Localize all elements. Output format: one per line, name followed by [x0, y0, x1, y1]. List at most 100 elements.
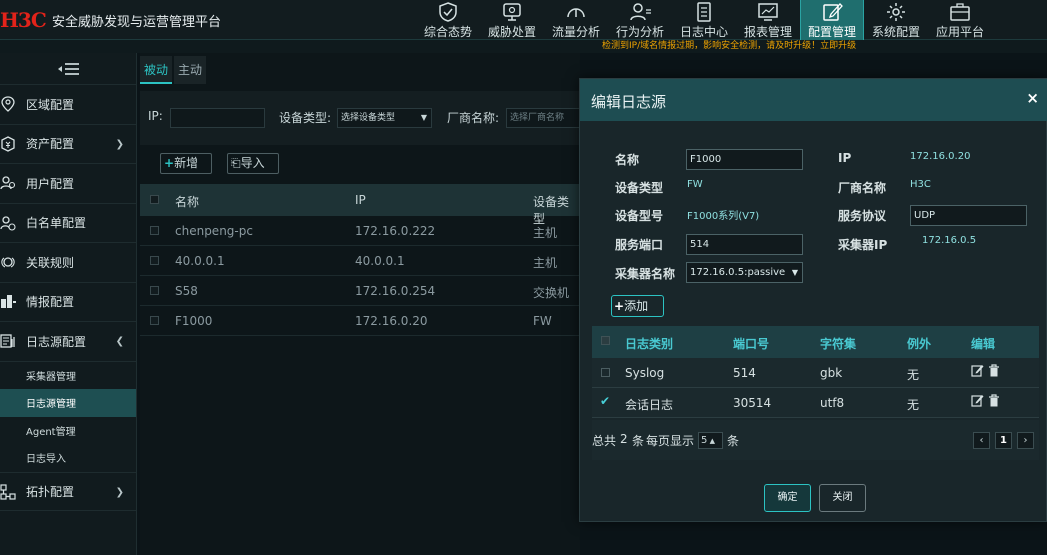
- delete-icon[interactable]: [988, 364, 1000, 380]
- plus-icon: +: [614, 299, 625, 313]
- select-all-checkbox[interactable]: [150, 195, 159, 204]
- sidebar-item-user[interactable]: 用户配置: [0, 164, 136, 204]
- delete-icon[interactable]: [988, 394, 1000, 410]
- sidebar-item-label: 用户配置: [26, 176, 75, 191]
- log-source-icon: [0, 334, 15, 348]
- sidebar-item-intel[interactable]: 情报配置: [0, 283, 136, 322]
- page-number-current[interactable]: 1: [995, 432, 1012, 449]
- row-checkbox[interactable]: [601, 368, 610, 377]
- cell-ip: 40.0.0.1: [355, 254, 405, 268]
- import-button[interactable]: ⎗导入: [227, 153, 279, 174]
- add-button[interactable]: +新增: [160, 153, 212, 174]
- cell-type: 主机: [533, 226, 558, 240]
- tab-passive[interactable]: 被动: [140, 56, 173, 84]
- ip-filter-input[interactable]: [170, 108, 265, 128]
- add-button-label: 新增: [174, 156, 199, 170]
- add-log-type-button[interactable]: +添加: [611, 295, 664, 317]
- table-row[interactable]: chenpeng-pc 172.16.0.222 主机: [140, 216, 580, 246]
- device-type-label: 设备类型: [615, 181, 664, 195]
- row-checkbox[interactable]: [150, 226, 159, 235]
- table-row[interactable]: S58 172.16.0.254 交换机: [140, 276, 580, 306]
- nav-item-reports[interactable]: 报表管理: [736, 0, 800, 40]
- ip-filter-label: IP:: [148, 109, 163, 123]
- prev-page-button[interactable]: ‹: [973, 432, 990, 449]
- sidebar-item-label: 白名单配置: [26, 216, 87, 231]
- protocol-input[interactable]: UDP: [910, 205, 1027, 226]
- upgrade-notice-link[interactable]: 检测到IP/域名情报过期，影响安全检测，请及时升级！立即升级: [602, 40, 856, 53]
- chevron-down-icon: ❯: [115, 486, 124, 498]
- nav-item-config[interactable]: 配置管理: [800, 0, 864, 40]
- device-type-select[interactable]: 选择设备类型 ▼: [337, 108, 432, 128]
- sidebar-subitem-agent[interactable]: Agent管理: [0, 417, 136, 445]
- nav-item-apps[interactable]: 应用平台: [928, 0, 992, 40]
- edit-icon[interactable]: [971, 394, 984, 410]
- edit-log-source-dialog: 编辑日志源 × 名称 F1000 IP 172.16.0.20 设备类型 FW …: [579, 78, 1047, 522]
- nav-item-system[interactable]: 系统配置: [864, 0, 928, 40]
- service-port-input[interactable]: 514: [686, 234, 803, 255]
- collector-ip-value: 172.16.0.5: [922, 235, 977, 246]
- table-row[interactable]: 40.0.0.1 40.0.0.1 主机: [140, 246, 580, 276]
- cell-exception: 无: [907, 368, 920, 382]
- vendor-value: H3C: [910, 179, 931, 190]
- monitor-icon: [503, 3, 521, 21]
- nav-item-threat[interactable]: 威胁处置: [480, 0, 544, 40]
- collapse-menu-icon[interactable]: [0, 53, 136, 85]
- sidebar-item-topology[interactable]: 拓扑配置 ❯: [0, 471, 136, 511]
- sidebar-item-whitelist[interactable]: 白名单配置: [0, 204, 136, 243]
- close-icon[interactable]: ×: [1026, 89, 1039, 107]
- cell-ip: 172.16.0.222: [355, 224, 436, 238]
- sidebar-item-label: 区域配置: [26, 97, 75, 112]
- name-input[interactable]: F1000: [686, 149, 803, 170]
- vendor-select[interactable]: 选择厂商名称: [506, 108, 580, 128]
- nav-item-log-center[interactable]: 日志中心: [672, 0, 736, 40]
- ip-value: 172.16.0.20: [910, 151, 971, 162]
- sidebar-item-asset[interactable]: 资产配置 ❯: [0, 125, 136, 164]
- whitelist-icon: [0, 215, 16, 231]
- nav-label: 系统配置: [871, 25, 920, 39]
- sidebar-item-rules[interactable]: 关联规则: [0, 243, 136, 283]
- row-checkbox[interactable]: [150, 286, 159, 295]
- cell-exception: 无: [907, 398, 920, 412]
- edit-icon[interactable]: [971, 364, 984, 380]
- filter-bar: IP: 设备类型: 选择设备类型 ▼ 厂商名称: 选择厂商名称: [140, 91, 580, 145]
- nav-label: 流量分析: [551, 25, 600, 39]
- nav-item-overview[interactable]: 综合态势: [416, 0, 480, 40]
- edit-config-icon: [823, 3, 843, 21]
- row-checkbox[interactable]: [150, 316, 159, 325]
- device-type-value: FW: [687, 179, 703, 190]
- collector-name-select[interactable]: 172.16.0.5:passive ▼: [686, 262, 803, 283]
- chevron-down-icon: ❯: [115, 138, 124, 150]
- select-all-checkbox[interactable]: [601, 336, 610, 345]
- cell-type: 交换机: [533, 286, 570, 300]
- gear-icon: [887, 3, 905, 21]
- table-row[interactable]: F1000 172.16.0.20 FW: [140, 306, 580, 336]
- nav-item-behavior[interactable]: 行为分析: [608, 0, 672, 40]
- add-log-type-label: 添加: [624, 299, 649, 313]
- sidebar-subitem-log-import[interactable]: 日志导入: [0, 444, 136, 472]
- sidebar-subitem-collector[interactable]: 采集器管理: [0, 362, 136, 390]
- row-checkbox-checked[interactable]: ✔: [600, 394, 610, 408]
- dialog-title: 编辑日志源: [591, 93, 667, 111]
- caret-down-icon: ▼: [420, 113, 427, 122]
- sidebar-subitem-log-source-mgmt[interactable]: 日志源管理: [0, 389, 136, 417]
- toolbox-icon: [950, 3, 970, 21]
- shield-check-icon: [439, 2, 457, 22]
- total-count: 2: [620, 432, 628, 446]
- sidebar: 区域配置 资产配置 ❯ 用户配置 白名单配置 关联规则 情报配置 日志源配置 ❮…: [0, 53, 137, 555]
- log-type-row[interactable]: Syslog 514 gbk 无: [592, 358, 1039, 388]
- close-button[interactable]: 关闭: [819, 484, 866, 512]
- row-checkbox[interactable]: [150, 256, 159, 265]
- cell-type: FW: [533, 314, 552, 328]
- nav-label: 综合态势: [423, 25, 472, 39]
- sidebar-item-log-source[interactable]: 日志源配置 ❮: [0, 322, 136, 362]
- tab-active[interactable]: 主动: [174, 56, 207, 84]
- log-type-row[interactable]: ✔ 会话日志 30514 utf8 无: [592, 388, 1039, 418]
- page-size-select[interactable]: 5 ▲: [698, 432, 723, 449]
- document-icon: [697, 2, 711, 22]
- confirm-button[interactable]: 确定: [764, 484, 811, 512]
- nav-item-traffic[interactable]: 流量分析: [544, 0, 608, 40]
- next-page-button[interactable]: ›: [1017, 432, 1034, 449]
- brand-logo: H3C: [0, 8, 47, 32]
- sidebar-item-region[interactable]: 区域配置: [0, 85, 136, 125]
- cell-ip: 172.16.0.20: [355, 314, 428, 328]
